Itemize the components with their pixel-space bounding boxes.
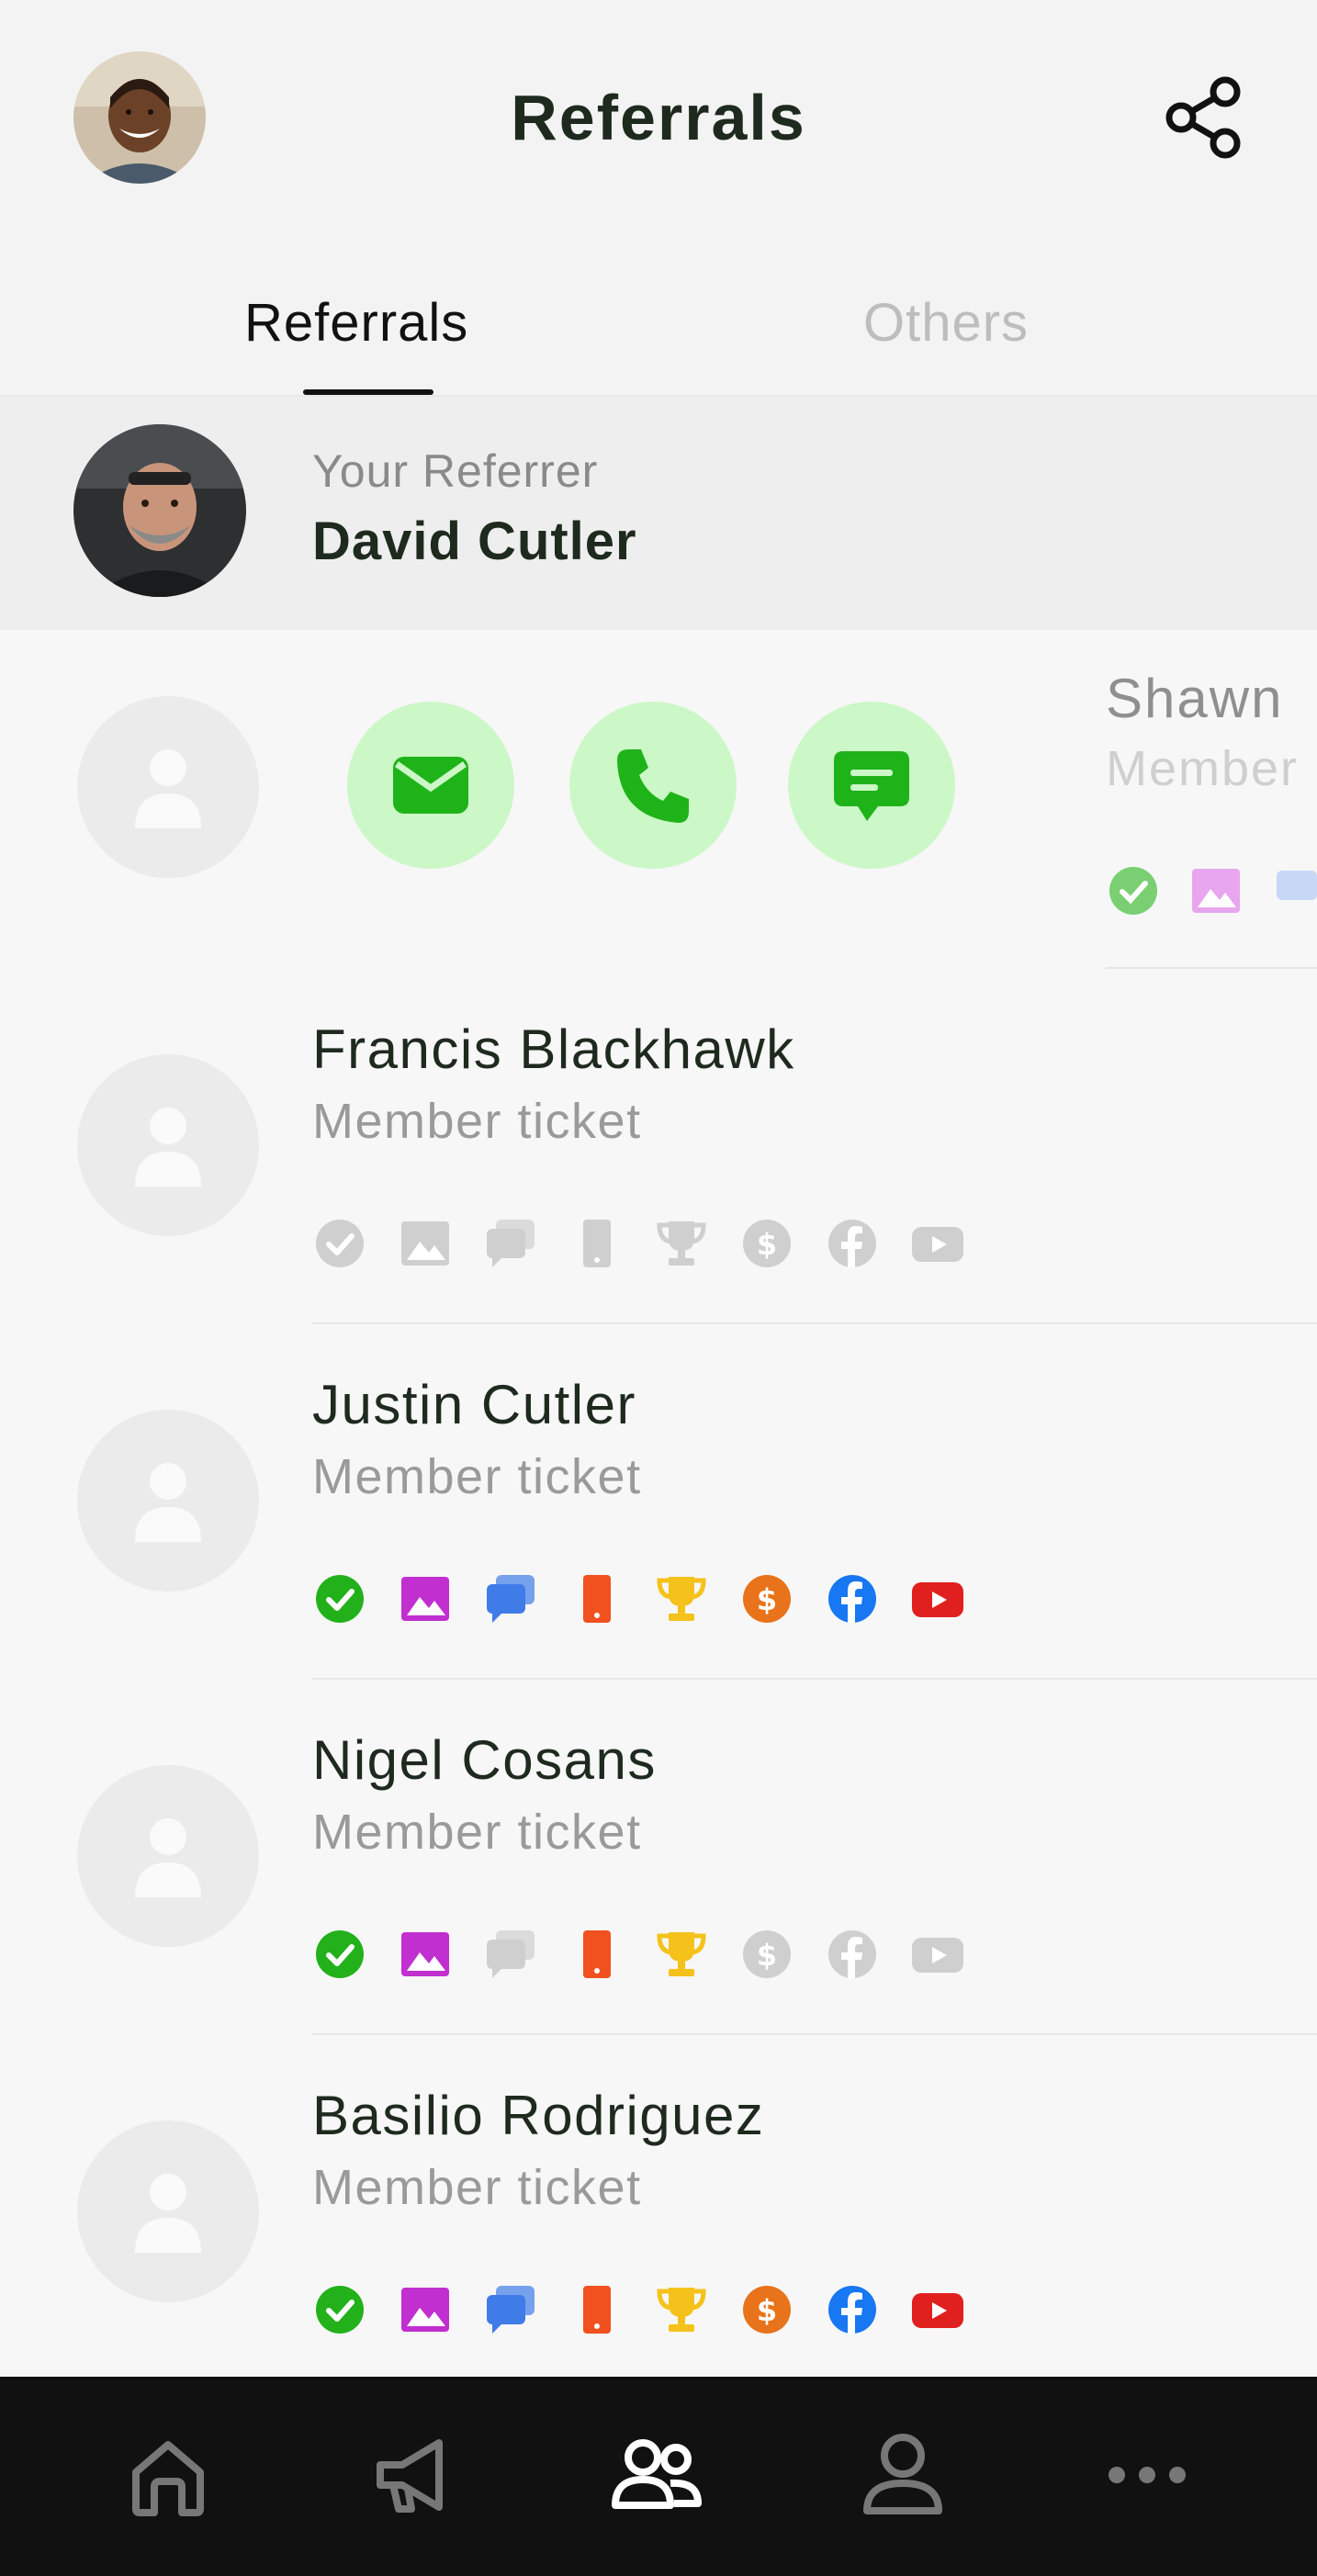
facebook-icon [828, 1575, 876, 1623]
youtube-icon [912, 1227, 963, 1262]
person-placeholder-icon [135, 1463, 201, 1542]
person-placeholder-icon [135, 749, 201, 828]
chat-icon [487, 1930, 535, 1978]
call-button[interactable] [569, 702, 737, 869]
trophy-icon [657, 2288, 706, 2332]
email-button[interactable] [347, 702, 514, 869]
tab-others[interactable]: Others [863, 292, 1029, 354]
photo-icon [401, 1932, 449, 1976]
trophy-icon [657, 1577, 706, 1621]
placeholder-avatar [77, 1410, 259, 1592]
youtube-icon [912, 2293, 963, 2328]
referrer-name[interactable]: David Cutler [312, 511, 637, 572]
person-icon [863, 2434, 942, 2514]
verified-icon [316, 1220, 364, 1267]
message-icon [834, 751, 909, 821]
facebook-icon [828, 1220, 876, 1267]
verified-icon [316, 1930, 364, 1978]
svg-text:$: $ [757, 1938, 777, 1973]
youtube-icon [912, 1582, 963, 1617]
row-divider [312, 1678, 1317, 1680]
row-divider [312, 2033, 1317, 2035]
phone-icon [583, 1220, 611, 1267]
chat-icon [487, 2286, 535, 2334]
dollar-icon: $ [743, 1575, 791, 1623]
person-placeholder-icon [135, 1818, 201, 1897]
row-divider [312, 1322, 1317, 1324]
placeholder-avatar [77, 1054, 259, 1236]
referral-ticket-type: Member ticket [312, 1449, 642, 1504]
verified-icon [316, 1575, 364, 1623]
nav-campaigns[interactable] [362, 2424, 463, 2525]
referral-ticket-type: Member ticket [312, 2160, 642, 2215]
referral-ticket-type: Member ticket [312, 1805, 642, 1860]
dollar-icon: $ [743, 1930, 791, 1978]
share-button[interactable] [1159, 72, 1251, 163]
trophy-icon [657, 1221, 706, 1266]
referrer-caption: Your Referrer [312, 445, 599, 497]
row-divider [1106, 967, 1317, 969]
photo-icon [1192, 869, 1240, 913]
phone-icon [583, 1930, 611, 1978]
phone-icon [583, 2286, 611, 2334]
more-icon [1109, 2467, 1186, 2483]
megaphone-icon [377, 2439, 443, 2513]
photo-icon [401, 1577, 449, 1621]
trophy-icon [657, 1932, 706, 1976]
placeholder-avatar [77, 696, 259, 878]
svg-text:$: $ [757, 1582, 777, 1617]
home-icon [132, 2441, 204, 2516]
page-title: Referrals [511, 82, 806, 153]
photo-icon [401, 1221, 449, 1266]
referral-ticket-type: Member ticket [312, 1094, 642, 1149]
verified-icon [316, 2286, 364, 2334]
header [0, 0, 1317, 395]
peek-referral-subtitle: Member [1106, 741, 1300, 796]
chat-icon [487, 1220, 535, 1267]
chat-icon [1277, 871, 1317, 900]
phone-icon [617, 749, 689, 823]
photo-icon [401, 2288, 449, 2332]
person-placeholder-icon [135, 1108, 201, 1187]
person-placeholder-icon [135, 2174, 201, 2253]
phone-icon [583, 1575, 611, 1623]
email-icon [393, 757, 468, 814]
tab-referrals[interactable]: Referrals [244, 292, 468, 354]
referral-name[interactable]: Justin Cutler [312, 1373, 636, 1436]
referrer-avatar[interactable] [73, 424, 246, 597]
verified-icon [1109, 867, 1157, 915]
dollar-icon: $ [743, 1220, 791, 1267]
svg-text:$: $ [757, 1227, 777, 1262]
nav-more[interactable] [1097, 2424, 1198, 2525]
facebook-icon [828, 2286, 876, 2334]
peek-badges [1106, 863, 1317, 918]
referral-name[interactable]: Francis Blackhawk [312, 1018, 795, 1081]
referral-name[interactable]: Nigel Cosans [312, 1728, 657, 1792]
chat-icon [487, 1575, 535, 1623]
nav-home[interactable] [118, 2424, 219, 2525]
message-button[interactable] [788, 702, 955, 869]
youtube-icon [912, 1938, 963, 1973]
referral-name[interactable]: Basilio Rodriguez [312, 2084, 764, 2147]
placeholder-avatar [77, 2120, 259, 2302]
dollar-icon: $ [743, 2286, 791, 2334]
placeholder-avatar [77, 1765, 259, 1947]
nav-profile[interactable] [852, 2424, 953, 2525]
nav-referrals[interactable] [606, 2424, 707, 2525]
facebook-icon [828, 1930, 876, 1978]
share-icon [1165, 76, 1241, 159]
peek-referral-name[interactable]: Shawn [1106, 667, 1283, 730]
people-icon [612, 2439, 702, 2509]
svg-text:$: $ [757, 2293, 777, 2328]
